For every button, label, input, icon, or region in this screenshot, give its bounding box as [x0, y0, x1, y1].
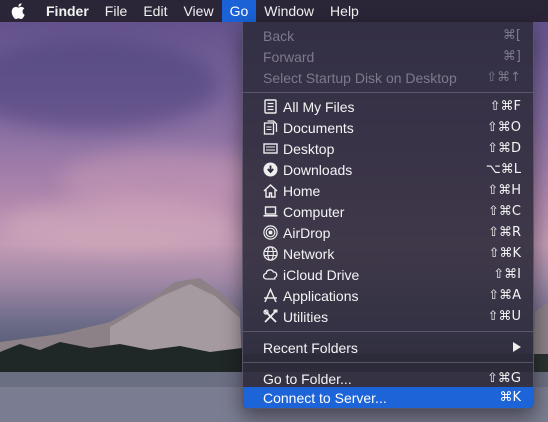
menu-item-label: Computer — [283, 203, 345, 220]
apple-menu-button[interactable] — [0, 0, 36, 22]
menu-item-all-my-files[interactable]: All My Files ⇧⌘F — [243, 96, 533, 117]
documents-icon — [263, 120, 278, 135]
menu-item-documents[interactable]: Documents ⇧⌘O — [243, 117, 533, 138]
shortcut-label: ⇧⌘C — [488, 204, 521, 219]
menu-item-recent-folders[interactable]: Recent Folders — [243, 337, 533, 358]
menu-item-label: Network — [283, 245, 335, 262]
menu-item-label: Back — [263, 27, 295, 44]
network-icon — [263, 246, 278, 261]
all-files-icon — [263, 99, 278, 114]
home-icon — [263, 183, 278, 198]
menu-item-label: Connect to Server... — [263, 389, 387, 406]
menu-item-label: Select Startup Disk on Desktop — [263, 69, 457, 86]
downloads-icon — [263, 162, 278, 177]
shortcut-label: ⇧⌘R — [488, 225, 521, 240]
shortcut-label: ⇧⌘H — [487, 183, 521, 198]
shortcut-label: ⇧⌘A — [488, 288, 521, 303]
menu-item-go-to-folder[interactable]: Go to Folder... ⇧⌘G — [243, 368, 533, 389]
menu-item-label: Documents — [283, 119, 354, 136]
shortcut-label: ⇧⌘↑ — [486, 70, 521, 85]
menu-item-label: Home — [283, 182, 321, 199]
utilities-icon — [263, 309, 278, 324]
menu-item-select-startup-disk[interactable]: Select Startup Disk on Desktop ⇧⌘↑ — [243, 67, 533, 88]
menu-go[interactable]: Go — [221, 0, 257, 22]
menu-item-utilities[interactable]: Utilities ⇧⌘U — [243, 306, 533, 327]
menu-item-computer[interactable]: Computer ⇧⌘C — [243, 201, 533, 222]
menu-separator — [243, 362, 533, 363]
shortcut-label: ⌘K — [499, 390, 521, 405]
computer-icon — [263, 204, 278, 219]
menu-item-label: Desktop — [283, 140, 335, 157]
shortcut-label: ⌘[ — [502, 28, 521, 43]
menu-item-label: Recent Folders — [263, 339, 358, 356]
menu-item-network[interactable]: Network ⇧⌘K — [243, 243, 533, 264]
menu-item-label: Applications — [283, 287, 359, 304]
menu-item-label: All My Files — [283, 98, 355, 115]
icloud-icon — [263, 267, 278, 282]
menu-edit[interactable]: Edit — [135, 0, 175, 22]
menu-window[interactable]: Window — [256, 0, 322, 22]
menu-item-downloads[interactable]: Downloads ⌥⌘L — [243, 159, 533, 180]
menu-item-back[interactable]: Back ⌘[ — [243, 25, 533, 46]
menu-item-connect-to-server[interactable]: Connect to Server... ⌘K — [243, 387, 533, 408]
apple-icon — [11, 3, 25, 19]
shortcut-label: ⇧⌘D — [487, 141, 521, 156]
shortcut-label: ⇧⌘G — [487, 371, 521, 386]
menu-item-desktop[interactable]: Desktop ⇧⌘D — [243, 138, 533, 159]
go-menu-dropdown: Back ⌘[ Forward ⌘] Select Startup Disk o… — [242, 22, 534, 409]
shortcut-label: ⇧⌘K — [488, 246, 521, 261]
shortcut-label: ⇧⌘I — [493, 267, 521, 282]
menu-item-icloud-drive[interactable]: iCloud Drive ⇧⌘I — [243, 264, 533, 285]
menu-item-label: Downloads — [283, 161, 353, 178]
menu-item-label: AirDrop — [283, 224, 331, 241]
menu-item-label: iCloud Drive — [283, 266, 360, 283]
menu-item-home[interactable]: Home ⇧⌘H — [243, 180, 533, 201]
menu-help[interactable]: Help — [322, 0, 367, 22]
menu-separator — [243, 331, 533, 332]
menu-item-label: Forward — [263, 48, 315, 65]
menu-separator — [243, 92, 533, 93]
shortcut-label: ⌘] — [502, 49, 521, 64]
shortcut-label: ⇧⌘F — [489, 99, 521, 114]
menu-bar: Finder File Edit View Go Window Help — [0, 0, 548, 22]
menu-item-label: Go to Folder... — [263, 370, 352, 387]
menu-view[interactable]: View — [175, 0, 221, 22]
menu-file[interactable]: File — [97, 0, 136, 22]
menu-item-forward[interactable]: Forward ⌘] — [243, 46, 533, 67]
shortcut-label: ⇧⌘O — [486, 120, 521, 135]
shortcut-label: ⌥⌘L — [485, 162, 521, 177]
shortcut-label: ⇧⌘U — [487, 309, 521, 324]
desktop-icon — [263, 141, 278, 156]
menu-item-label: Utilities — [283, 308, 329, 325]
menu-item-airdrop[interactable]: AirDrop ⇧⌘R — [243, 222, 533, 243]
submenu-arrow-icon — [513, 342, 521, 352]
menu-item-applications[interactable]: Applications ⇧⌘A — [243, 285, 533, 306]
airdrop-icon — [263, 225, 278, 240]
applications-icon — [263, 288, 278, 303]
finder-app-menu[interactable]: Finder — [36, 0, 97, 22]
